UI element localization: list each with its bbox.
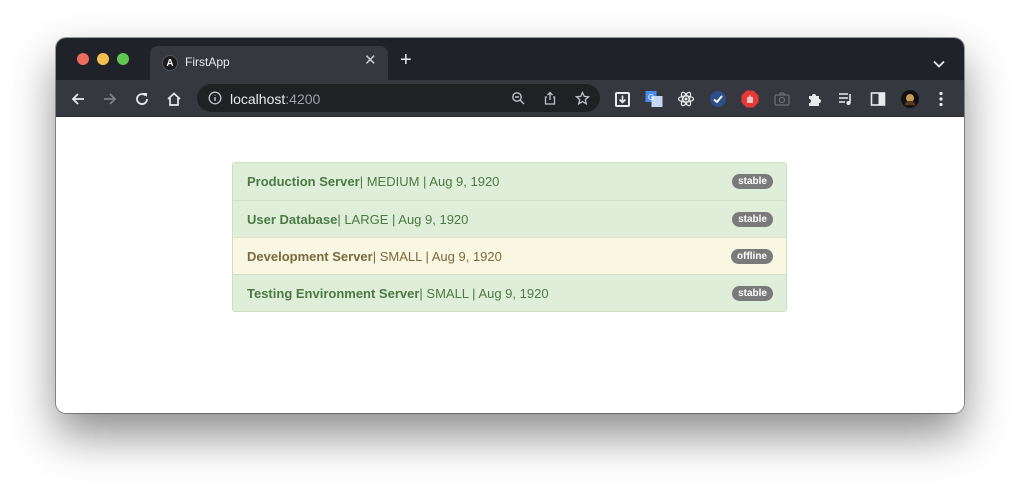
angular-favicon-icon: A (162, 55, 178, 71)
server-details: | LARGE | Aug 9, 1920 (337, 211, 469, 227)
address-bar[interactable]: localhost:4200 (197, 84, 600, 112)
svg-text:G: G (648, 93, 654, 102)
server-name: User Database (247, 211, 338, 227)
reload-icon[interactable] (132, 89, 152, 109)
status-badge: stable (732, 286, 773, 301)
status-badge: stable (732, 212, 773, 227)
home-icon[interactable] (164, 89, 184, 109)
browser-menu-icon[interactable] (932, 90, 950, 108)
media-queue-icon[interactable] (837, 90, 855, 108)
status-badge: offline (731, 249, 773, 264)
server-name: Production Server (247, 174, 360, 189)
list-item[interactable]: Testing Environment Server | SMALL | Aug… (233, 274, 786, 311)
url-text[interactable]: localhost:4200 (230, 91, 320, 107)
maximize-window-button[interactable] (117, 53, 129, 65)
side-panel-icon[interactable] (869, 90, 887, 108)
bookmark-star-icon[interactable] (574, 90, 590, 106)
share-icon[interactable] (542, 90, 558, 106)
server-list: Production Server | MEDIUM | Aug 9, 1920… (232, 162, 787, 312)
server-details: | SMALL | Aug 9, 1920 (419, 285, 549, 301)
tab-search-chevron-icon[interactable] (933, 55, 945, 73)
server-details: | MEDIUM | Aug 9, 1920 (359, 174, 500, 189)
extensions-puzzle-icon[interactable] (805, 90, 823, 108)
react-devtools-icon[interactable] (677, 90, 695, 108)
server-name: Testing Environment Server (247, 285, 420, 301)
server-name: Development Server (247, 248, 373, 264)
translate-extension-icon[interactable]: G (645, 90, 663, 108)
server-details: | SMALL | Aug 9, 1920 (372, 248, 502, 264)
adblock-extension-icon[interactable] (741, 90, 759, 108)
back-arrow-icon[interactable] (68, 89, 88, 109)
browser-window: A FirstApp ✕ + localhost:4200 G Producti… (56, 38, 964, 413)
list-item[interactable]: Production Server | MEDIUM | Aug 9, 1920… (233, 163, 786, 200)
page-content: Production Server | MEDIUM | Aug 9, 1920… (56, 117, 964, 413)
tab-firstapp[interactable]: A FirstApp ✕ (150, 46, 388, 80)
new-tab-icon[interactable]: + (400, 50, 412, 70)
close-tab-icon[interactable]: ✕ (364, 53, 377, 69)
status-badge: stable (732, 174, 773, 189)
zoom-icon[interactable] (510, 90, 526, 106)
tab-strip: A FirstApp ✕ + (56, 38, 964, 80)
download-extension-icon[interactable] (613, 90, 631, 108)
list-item[interactable]: Development Server | SMALL | Aug 9, 1920… (233, 237, 786, 274)
close-window-button[interactable] (77, 53, 89, 65)
profile-avatar-icon[interactable] (901, 90, 919, 108)
list-item[interactable]: User Database | LARGE | Aug 9, 1920 stab… (233, 200, 786, 237)
minimize-window-button[interactable] (97, 53, 109, 65)
tab-title: FirstApp (185, 55, 230, 69)
camera-extension-icon[interactable] (773, 90, 791, 108)
browser-toolbar: localhost:4200 G (56, 80, 964, 117)
site-info-icon[interactable] (207, 90, 223, 106)
check-extension-icon[interactable] (709, 90, 727, 108)
forward-arrow-icon[interactable] (100, 89, 120, 109)
